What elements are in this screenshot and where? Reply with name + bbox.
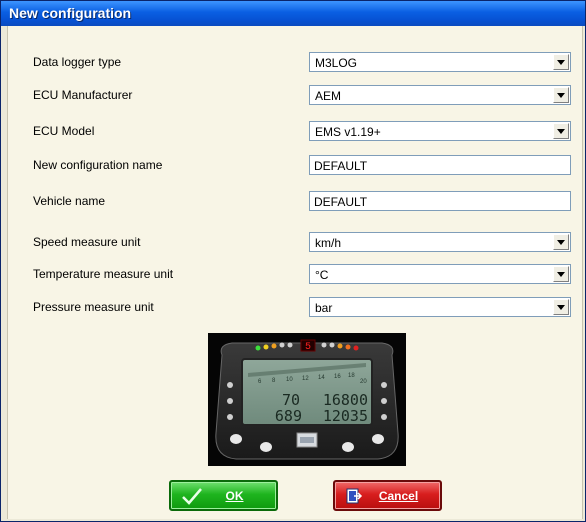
shift-light	[255, 345, 261, 351]
new-configuration-dialog: New configuration Data logger type M3LOG…	[0, 0, 586, 522]
data-logger-type-row: Data logger type M3LOG	[8, 52, 582, 74]
temperature-unit-label: Temperature measure unit	[33, 267, 174, 281]
chevron-down-icon[interactable]	[553, 87, 569, 103]
rpm-scale-label: 10	[286, 377, 293, 383]
data-logger-device-image: 5 6 8 10 12 14 16 18 20 70 16800 689 120…	[208, 333, 406, 466]
bottom-button	[260, 442, 272, 452]
pressure-unit-row: Pressure measure unit bar	[8, 297, 582, 319]
brand-logo	[300, 437, 314, 443]
ecu-manufacturer-row: ECU Manufacturer AEM	[8, 85, 582, 107]
data-logger-type-value: M3LOG	[315, 56, 358, 70]
speed-unit-select[interactable]: km/h	[309, 232, 571, 252]
title-bar[interactable]: New configuration	[1, 1, 585, 26]
side-button	[381, 382, 387, 388]
shift-light	[263, 344, 269, 350]
ecu-model-select[interactable]: EMS v1.19+	[309, 121, 571, 141]
bottom-button	[342, 442, 354, 452]
shift-light	[345, 344, 351, 350]
vehicle-name-value: DEFAULT	[314, 195, 368, 209]
exit-door-icon	[345, 487, 363, 508]
shift-light	[329, 342, 335, 348]
shift-light	[353, 345, 359, 351]
speed-unit-value: km/h	[315, 236, 342, 250]
ecu-manufacturer-select[interactable]: AEM	[309, 85, 571, 105]
ecu-model-value: EMS v1.19+	[315, 125, 381, 139]
ecu-manufacturer-label: ECU Manufacturer	[33, 88, 133, 102]
temperature-unit-value: °C	[315, 268, 329, 282]
rpm-scale-label: 18	[348, 373, 355, 379]
shift-light	[271, 343, 277, 349]
ecu-manufacturer-value: AEM	[315, 89, 342, 103]
shift-light	[321, 342, 327, 348]
cancel-button[interactable]: Cancel	[333, 480, 442, 511]
dialog-body: Data logger type M3LOG ECU Manufacturer …	[7, 26, 583, 519]
rpm-scale-label: 16	[334, 374, 341, 380]
ecu-model-label: ECU Model	[33, 124, 95, 138]
temperature-unit-select[interactable]: °C	[309, 264, 571, 284]
shift-light	[337, 343, 343, 349]
pressure-unit-value: bar	[315, 301, 333, 315]
gear-value: 5	[305, 342, 311, 353]
odometer-left-readout: 689	[275, 407, 302, 425]
ok-button-label: OK	[225, 488, 244, 503]
window-title: New configuration	[9, 5, 132, 21]
speed-unit-label: Speed measure unit	[33, 235, 141, 249]
vehicle-name-input[interactable]: DEFAULT	[309, 191, 571, 211]
vehicle-name-label: Vehicle name	[33, 194, 106, 208]
temperature-unit-row: Temperature measure unit °C	[8, 264, 582, 286]
speed-unit-row: Speed measure unit km/h	[8, 232, 582, 254]
dash-display-illustration: 5 6 8 10 12 14 16 18 20 70 16800 689 120…	[215, 339, 399, 460]
chevron-down-icon[interactable]	[553, 123, 569, 139]
pressure-unit-label: Pressure measure unit	[33, 300, 154, 314]
configuration-name-input[interactable]: DEFAULT	[309, 155, 571, 175]
configuration-name-value: DEFAULT	[314, 159, 368, 173]
shift-light	[287, 342, 293, 348]
data-logger-type-label: Data logger type	[33, 55, 122, 69]
configuration-name-label: New configuration name	[33, 158, 163, 172]
bottom-button	[372, 434, 384, 444]
configuration-name-row: New configuration name DEFAULT	[8, 155, 582, 177]
rpm-scale-label: 14	[318, 375, 325, 381]
rpm-scale-label: 20	[360, 379, 367, 385]
vehicle-name-row: Vehicle name DEFAULT	[8, 191, 582, 213]
side-button	[227, 414, 233, 420]
ecu-model-row: ECU Model EMS v1.19+	[8, 121, 582, 143]
chevron-down-icon[interactable]	[553, 234, 569, 250]
side-button	[381, 398, 387, 404]
checkmark-icon	[181, 487, 203, 508]
chevron-down-icon[interactable]	[553, 299, 569, 315]
ok-button[interactable]: OK	[169, 480, 278, 511]
pressure-unit-select[interactable]: bar	[309, 297, 571, 317]
shift-light	[279, 342, 285, 348]
rpm-scale-label: 12	[302, 376, 309, 382]
bottom-button	[230, 434, 242, 444]
cancel-button-label: Cancel	[378, 488, 419, 503]
chevron-down-icon[interactable]	[553, 54, 569, 70]
side-button	[227, 382, 233, 388]
side-button	[381, 414, 387, 420]
odometer-right-readout: 12035	[323, 407, 368, 425]
data-logger-type-select[interactable]: M3LOG	[309, 52, 571, 72]
chevron-down-icon[interactable]	[553, 266, 569, 282]
side-button	[227, 398, 233, 404]
